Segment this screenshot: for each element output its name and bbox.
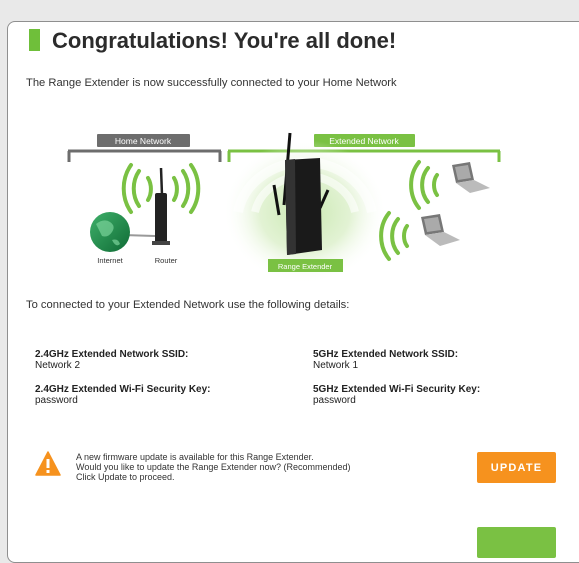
security-key-5ghz-value: password (313, 395, 356, 406)
router-label: Router (155, 256, 178, 265)
security-key-24ghz-label: 2.4GHz Extended Wi-Fi Security Key: (35, 384, 211, 395)
laptop-wifi-waves-bottom (379, 211, 409, 261)
details-intro: To connected to your Extended Network us… (26, 299, 350, 311)
ssid-24ghz: 2.4GHz Extended Network SSID: Network 2 (35, 349, 188, 371)
warning-icon (35, 451, 61, 476)
security-key-5ghz: 5GHz Extended Wi-Fi Security Key: passwo… (313, 384, 480, 406)
home-network-bracket: Home Network (67, 134, 222, 162)
ssid-5ghz-value: Network 1 (313, 360, 359, 371)
firmware-line-3: Click Update to proceed. (76, 472, 175, 482)
router-icon (152, 167, 170, 245)
ssid-5ghz-label: 5GHz Extended Network SSID: (313, 349, 459, 360)
laptop-icon-top (452, 162, 490, 193)
update-button[interactable]: UPDATE (477, 452, 556, 483)
laptop-icon-bottom (421, 214, 460, 246)
security-key-5ghz-label: 5GHz Extended Wi-Fi Security Key: (313, 384, 481, 395)
ssid-24ghz-value: Network 2 (35, 360, 81, 371)
extended-network-label: Extended Network (329, 136, 399, 146)
range-extender-label: Range Extender (278, 262, 333, 271)
firmware-line-2: Would you like to update the Range Exten… (76, 462, 351, 472)
ssid-24ghz-label: 2.4GHz Extended Network SSID: (35, 349, 189, 360)
security-key-24ghz-value: password (35, 395, 78, 406)
internet-label: Internet (97, 256, 123, 265)
firmware-update-message: A new firmware update is available for t… (76, 452, 351, 482)
home-network-label: Home Network (115, 136, 172, 146)
laptop-wifi-waves-top (409, 160, 439, 210)
firmware-line-1: A new firmware update is available for t… (76, 452, 314, 462)
security-key-24ghz: 2.4GHz Extended Wi-Fi Security Key: pass… (35, 384, 211, 406)
network-diagram: Home Network Extended Network Internet R… (67, 132, 501, 284)
ssid-5ghz: 5GHz Extended Network SSID: Network 1 (313, 349, 458, 371)
internet-globe-icon (90, 212, 130, 252)
continue-button[interactable] (477, 527, 556, 558)
